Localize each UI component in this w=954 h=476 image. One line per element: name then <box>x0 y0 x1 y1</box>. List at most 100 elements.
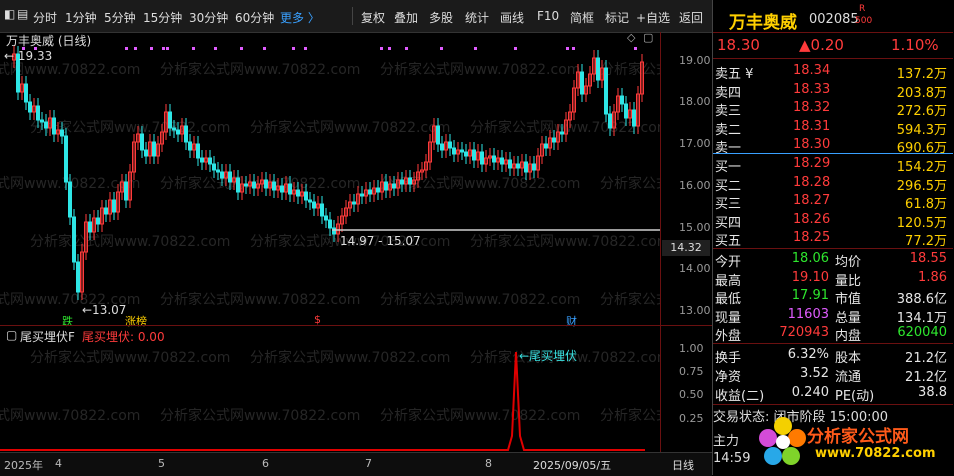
tab-more[interactable]: 更多 〉 <box>280 9 320 26</box>
sidebar-toggle-icon[interactable]: ▤ <box>17 7 28 21</box>
book-label: 买五 <box>715 234 742 249</box>
duogu-button[interactable]: 多股 <box>429 9 453 26</box>
bid-row[interactable]: 买四 18.26 120.5万 <box>713 211 951 231</box>
stat-value: 17.91 <box>791 288 829 303</box>
book-volume: 61.8万 <box>905 197 947 212</box>
indicator-line <box>0 351 645 451</box>
divider <box>352 7 353 25</box>
signal-dot <box>440 47 443 50</box>
candle-body <box>144 149 148 157</box>
candle-body <box>264 179 268 189</box>
biaoji-button[interactable]: 标记 <box>605 9 629 26</box>
stat-label: 收益(二) <box>715 389 765 404</box>
book-price: 18.32 <box>793 100 831 115</box>
last-price: 18.30 <box>717 36 760 54</box>
stat-value: 21.2亿 <box>905 351 947 366</box>
candle-body <box>72 216 76 263</box>
tab-30min[interactable]: 30分钟 <box>189 9 228 26</box>
panel-toggle-icon[interactable]: ◧ <box>4 7 15 21</box>
candle-body <box>172 127 176 131</box>
period-label[interactable]: 日线 <box>672 457 694 473</box>
kline-chart[interactable]: 分析家公式网www.70822.com 分析家公式网www.70822.com 分析… <box>0 31 660 452</box>
add-favorite-button[interactable]: +自选 <box>636 9 670 26</box>
candle-body <box>44 121 48 129</box>
book-label: 卖三 <box>715 104 742 119</box>
book-volume: 137.2万 <box>896 67 947 82</box>
bid-row[interactable]: 买一 18.29 154.2万 <box>713 155 951 175</box>
book-volume: 272.6万 <box>896 104 947 119</box>
tab-60min[interactable]: 60分钟 <box>235 9 274 26</box>
ask-row[interactable]: 卖三 18.32 272.6万 <box>713 99 951 119</box>
divider <box>713 248 953 249</box>
back-button[interactable]: 返回 <box>679 9 703 26</box>
diejia-button[interactable]: 叠加 <box>394 9 418 26</box>
low-label: ←13.07 <box>82 303 127 317</box>
fuquan-button[interactable]: 复权 <box>361 9 385 26</box>
time-label: 6 <box>262 457 269 470</box>
diamond-icon[interactable]: ◇ <box>627 31 635 44</box>
ind-y-tick: 0.50 <box>679 388 704 401</box>
tab-15min[interactable]: 15分钟 <box>143 9 182 26</box>
candle-body <box>452 147 456 155</box>
candle-body <box>36 105 40 121</box>
candle-body <box>332 227 336 235</box>
time-label: 5 <box>158 457 165 470</box>
time-label: 8 <box>485 457 492 470</box>
book-price: 18.27 <box>793 193 831 208</box>
book-price: 18.31 <box>793 118 831 134</box>
candle-body <box>608 113 612 129</box>
book-volume: 594.3万 <box>896 122 947 138</box>
stat-label: 净资 <box>715 370 742 385</box>
marker-cai: 财 <box>566 315 577 328</box>
stat-label: 量比 <box>835 273 862 289</box>
signal-dot <box>214 47 217 50</box>
huaxian-button[interactable]: 画线 <box>500 9 524 26</box>
bid-row[interactable]: 买二 18.28 296.5万 <box>713 174 951 194</box>
ind-y-tick: 0.25 <box>679 412 704 425</box>
stat-label: 今开 <box>715 255 742 270</box>
price-change: ▲0.20 <box>799 36 844 54</box>
candle-body <box>288 183 292 195</box>
stat-row: 收益(二) 0.240 PE(动) 38.8 <box>713 384 951 404</box>
watermark: 分析家公式网www.70822.com <box>30 233 230 250</box>
signal-dot <box>405 47 408 50</box>
tongji-button[interactable]: 统计 <box>465 9 489 26</box>
stat-row: 净资 3.52 流通 21.2亿 <box>713 365 951 385</box>
expand-icon[interactable]: ▢ <box>643 31 653 44</box>
stat-value: 38.8 <box>918 385 947 400</box>
ask-row[interactable]: 卖二 18.31 594.3万 <box>713 118 951 138</box>
stat-label: 外盘 <box>715 329 742 344</box>
tab-5min[interactable]: 5分钟 <box>104 9 136 26</box>
stat-label: 流通 <box>835 370 862 385</box>
book-price: 18.30 <box>793 137 831 152</box>
bid-row[interactable]: 买五 18.25 77.2万 <box>713 229 951 249</box>
tab-fenshi[interactable]: 分时 <box>33 9 57 26</box>
tab-1min[interactable]: 1分钟 <box>65 9 97 26</box>
watermark: 分析家公式网www.70822.com <box>600 175 660 192</box>
ask-row[interactable]: 卖四 18.33 203.8万 <box>713 81 951 101</box>
candle-body <box>320 203 324 217</box>
candle-body <box>216 169 220 173</box>
candle-body <box>580 71 584 95</box>
candle-body <box>480 151 484 165</box>
stat-row: 现量 11603 总量 134.1万 <box>713 306 951 326</box>
time-label: 7 <box>365 457 372 470</box>
marker-die: 跌 <box>62 315 73 328</box>
y-tick: 13.00 <box>679 304 711 317</box>
f10-button[interactable]: F10 <box>537 9 559 23</box>
candle-body <box>140 133 144 151</box>
book-label: 卖五 ¥ <box>715 67 754 82</box>
stat-value: 6.32% <box>787 347 829 362</box>
ask-row[interactable]: 卖五 ¥ 18.34 137.2万 <box>713 62 951 82</box>
jiankuang-button[interactable]: 简框 <box>570 9 594 26</box>
candle-body <box>24 83 28 103</box>
indicator-toggle-icon[interactable]: ▢ <box>6 328 17 342</box>
candle-body <box>104 207 108 215</box>
candle-body <box>196 143 200 159</box>
book-price: 18.34 <box>793 63 831 78</box>
stat-value: 0.240 <box>791 385 829 400</box>
badge-500: 500 <box>855 16 873 26</box>
candle-body <box>168 111 172 129</box>
stat-value: 1.86 <box>918 269 947 285</box>
bid-row[interactable]: 买三 18.27 61.8万 <box>713 192 951 212</box>
